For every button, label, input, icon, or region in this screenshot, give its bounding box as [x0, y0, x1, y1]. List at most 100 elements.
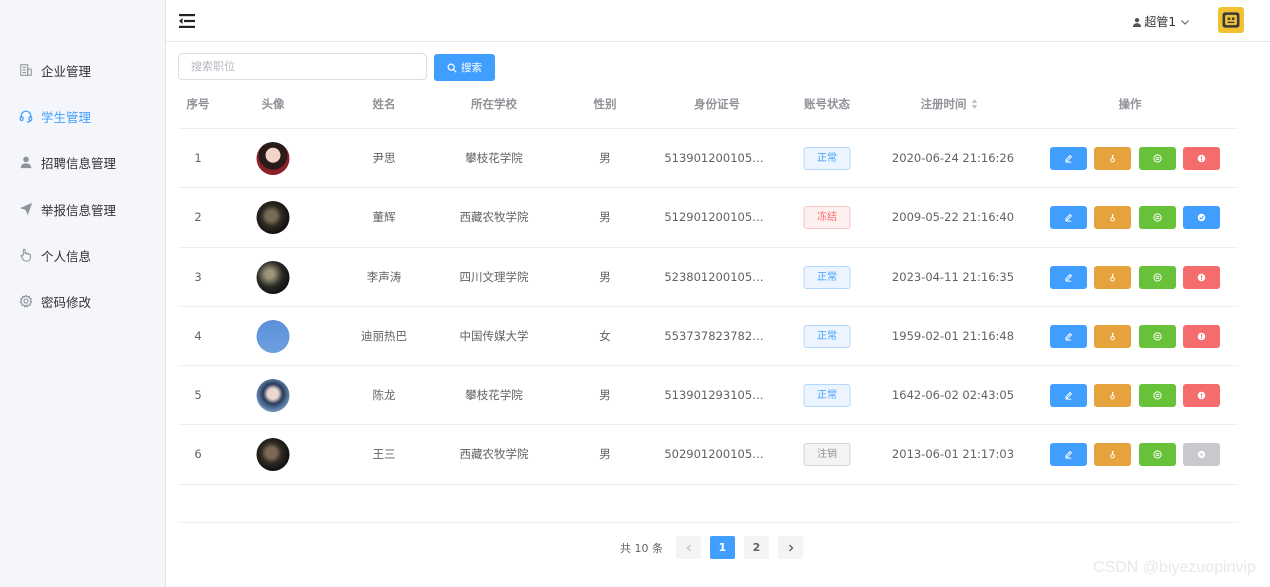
column-header-registered-label: 注册时间: [920, 97, 967, 111]
fold-menu-icon[interactable]: [178, 12, 196, 30]
table-header: 序号 头像 姓名 所在学校 性别 身份证号 账号状态 注册时间 操作: [178, 85, 1238, 129]
details-button[interactable]: [1139, 324, 1176, 348]
edit-button[interactable]: [1050, 384, 1087, 408]
cell-gender: 男: [599, 210, 611, 225]
table-row: 2 董辉 西藏农牧学院 男 512901200105… 冻结 2009-05-22 21:1…: [178, 188, 1238, 248]
cell-index: 2: [194, 210, 202, 225]
disable-button[interactable]: [1183, 324, 1220, 348]
cell-gender: 男: [599, 447, 611, 462]
search-input[interactable]: [178, 53, 427, 80]
avatar[interactable]: [1218, 7, 1244, 33]
table-row: 1 尹思 攀枝花学院 男 513901200105… 正常 2020-06-24 21:16…: [178, 129, 1238, 189]
check-circle-icon: [1197, 213, 1206, 222]
sidebar-item-label: 举报信息管理: [41, 202, 117, 218]
cell-name: 李声涛: [366, 269, 402, 284]
key-icon: [1108, 154, 1117, 163]
dot-icon: [1197, 450, 1206, 459]
list-icon: [1153, 450, 1162, 460]
key-icon: [1108, 450, 1117, 459]
sidebar-item-label: 企业管理: [41, 63, 92, 79]
column-header-id-number: 身份证号: [694, 97, 740, 111]
details-button[interactable]: [1139, 443, 1176, 467]
cell-name: 王三: [372, 447, 396, 462]
table-row: 3 李声涛 四川文理学院 男 523801200105… 正常 2023-04-11 21:…: [178, 248, 1238, 307]
cell-name: 陈龙: [372, 388, 396, 403]
column-header-avatar: 头像: [261, 97, 285, 111]
edit-icon: [1064, 273, 1073, 282]
reset-password-button[interactable]: [1094, 206, 1131, 230]
edit-button[interactable]: [1050, 206, 1087, 230]
column-header-gender: 性别: [593, 97, 617, 111]
sidebar-item-company[interactable]: 企业管理: [18, 59, 91, 81]
divider: [178, 522, 1238, 523]
cell-id-number: 513901200105…: [664, 151, 764, 165]
details-button[interactable]: [1139, 206, 1176, 230]
sidebar-item-reports[interactable]: 举报信息管理: [18, 198, 116, 220]
disabled-action-button[interactable]: [1183, 443, 1220, 467]
edit-button[interactable]: [1050, 443, 1087, 467]
disable-button[interactable]: [1183, 265, 1220, 289]
edit-button[interactable]: [1050, 147, 1087, 170]
enable-button[interactable]: [1183, 206, 1220, 230]
reset-password-button[interactable]: [1094, 147, 1131, 170]
cell-registered: 2013-06-01 21:17:03: [891, 447, 1015, 462]
edit-icon: [1064, 450, 1073, 460]
sidebar-item-students[interactable]: 学生管理: [18, 105, 91, 127]
gear-icon: [18, 293, 34, 309]
sidebar-item-recruitment[interactable]: 招聘信息管理: [18, 151, 116, 173]
cell-id-number: 512901200105…: [664, 210, 764, 225]
reset-password-button[interactable]: [1094, 384, 1131, 408]
cell-name: 尹思: [372, 151, 396, 165]
list-icon: [1153, 391, 1162, 400]
status-badge: 正常: [803, 384, 851, 408]
search-button[interactable]: 搜索: [434, 54, 495, 81]
cell-name: 董辉: [372, 210, 396, 225]
disable-button[interactable]: [1183, 384, 1220, 408]
column-header-registered[interactable]: 注册时间: [921, 85, 978, 129]
cell-id-number: 502901200105…: [664, 447, 764, 462]
page-button-1[interactable]: 1: [710, 536, 735, 559]
status-badge: 正常: [803, 147, 851, 170]
avatar: [256, 319, 290, 353]
list-icon: [1153, 213, 1162, 222]
column-header-school: 所在学校: [471, 97, 517, 111]
cell-index: 3: [194, 269, 202, 284]
cell-gender: 女: [599, 328, 611, 343]
disable-button[interactable]: [1183, 147, 1220, 170]
column-header-name: 姓名: [372, 97, 396, 111]
next-page-button[interactable]: [778, 536, 803, 559]
key-icon: [1108, 213, 1117, 222]
cell-registered: 1642-06-02 02:43:05: [891, 388, 1015, 403]
key-icon: [1108, 273, 1117, 282]
sidebar-item-password[interactable]: 密码修改: [18, 290, 91, 312]
edit-button[interactable]: [1050, 265, 1087, 289]
sidebar-item-label: 学生管理: [41, 109, 92, 125]
avatar: [256, 379, 290, 413]
cell-index: 5: [194, 388, 202, 403]
sidebar-item-profile[interactable]: 个人信息: [18, 244, 91, 266]
reset-password-button[interactable]: [1094, 324, 1131, 348]
user-icon: [18, 154, 34, 170]
page-button-2[interactable]: 2: [744, 536, 769, 559]
warning-icon: [1197, 332, 1206, 341]
sort-icon[interactable]: [971, 98, 978, 110]
status-badge: 冻结: [803, 206, 851, 230]
user-dropdown[interactable]: 超管1: [1132, 13, 1190, 30]
details-button[interactable]: [1139, 147, 1176, 170]
cell-index: 1: [194, 151, 202, 165]
reset-password-button[interactable]: [1094, 265, 1131, 289]
details-button[interactable]: [1139, 384, 1176, 408]
edit-icon: [1064, 213, 1073, 222]
cell-registered: 1959-02-01 21:16:48: [891, 328, 1015, 343]
column-header-index: 序号: [186, 97, 210, 111]
reset-password-button[interactable]: [1094, 443, 1131, 467]
pagination: 共 10 条 1 2: [620, 536, 812, 559]
details-button[interactable]: [1139, 265, 1176, 289]
search-icon: [447, 63, 461, 73]
key-icon: [1108, 391, 1117, 400]
status-badge: 注销: [803, 443, 851, 467]
avatar: [256, 438, 290, 472]
edit-button[interactable]: [1050, 324, 1087, 348]
status-badge: 正常: [803, 265, 851, 289]
prev-page-button[interactable]: [676, 536, 701, 559]
